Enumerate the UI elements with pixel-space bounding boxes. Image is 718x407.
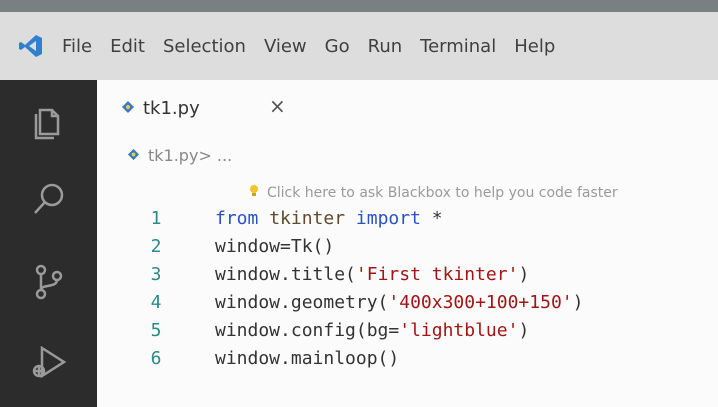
menu-terminal[interactable]: Terminal bbox=[420, 36, 496, 57]
explorer-icon[interactable] bbox=[26, 98, 72, 144]
code-text: window.mainloop() bbox=[215, 348, 400, 369]
search-icon[interactable] bbox=[26, 176, 72, 222]
run-debug-icon[interactable] bbox=[26, 338, 72, 384]
menu-selection[interactable]: Selection bbox=[163, 36, 246, 57]
hint-text: Click here to ask Blackbox to help you c… bbox=[267, 184, 618, 201]
menu-run[interactable]: Run bbox=[368, 36, 403, 57]
line-number: 1 bbox=[150, 208, 162, 229]
vscode-logo-icon[interactable] bbox=[0, 33, 62, 59]
blackbox-hint[interactable]: Click here to ask Blackbox to help you c… bbox=[249, 184, 618, 201]
menu-file[interactable]: File bbox=[62, 36, 92, 57]
breadcrumb-sep[interactable]: > ... bbox=[198, 146, 232, 165]
code-text: from tkinter import * bbox=[215, 208, 443, 229]
menu-bar: File Edit Selection View Go Run Terminal… bbox=[0, 12, 718, 80]
code-line: 4 window.geometry('400x300+100+150') bbox=[97, 289, 718, 317]
code-text: window.config(bg='lightblue') bbox=[215, 320, 530, 341]
tab-label: tk1.py bbox=[143, 97, 200, 119]
code-editor[interactable]: 1 from tkinter import * 2 window=Tk() 3 … bbox=[97, 205, 718, 373]
menu-help[interactable]: Help bbox=[514, 36, 555, 57]
code-line: 5 window.config(bg='lightblue') bbox=[97, 317, 718, 345]
line-number: 4 bbox=[150, 292, 162, 313]
line-number: 6 bbox=[150, 348, 162, 369]
close-icon[interactable]: × bbox=[269, 94, 286, 118]
menu-view[interactable]: View bbox=[264, 36, 307, 57]
editor-area: tk1.py × tk1.py > ... Click here to ask … bbox=[97, 80, 718, 407]
code-line: 3 window.title('First tkinter') bbox=[97, 261, 718, 289]
menu-edit[interactable]: Edit bbox=[110, 36, 145, 57]
breadcrumb: tk1.py > ... bbox=[127, 146, 232, 165]
line-number: 5 bbox=[150, 320, 162, 341]
line-number: 2 bbox=[150, 236, 162, 257]
breadcrumb-file[interactable]: tk1.py bbox=[148, 146, 198, 165]
menu-go[interactable]: Go bbox=[325, 36, 350, 57]
tab-tk1-py[interactable]: tk1.py × bbox=[97, 80, 307, 136]
code-line: 2 window=Tk() bbox=[97, 233, 718, 261]
window-frame bbox=[0, 0, 718, 12]
python-file-icon bbox=[121, 99, 135, 118]
code-text: window.geometry('400x300+100+150') bbox=[215, 292, 584, 313]
code-line: 1 from tkinter import * bbox=[97, 205, 718, 233]
code-text: window.title('First tkinter') bbox=[215, 264, 530, 285]
activity-bar bbox=[0, 80, 97, 407]
python-file-icon bbox=[127, 146, 140, 165]
lightbulb-icon bbox=[249, 184, 259, 201]
code-text: window=Tk() bbox=[215, 236, 335, 257]
code-line: 6 window.mainloop() bbox=[97, 345, 718, 373]
line-number: 3 bbox=[150, 264, 162, 285]
source-control-icon[interactable] bbox=[26, 258, 72, 304]
